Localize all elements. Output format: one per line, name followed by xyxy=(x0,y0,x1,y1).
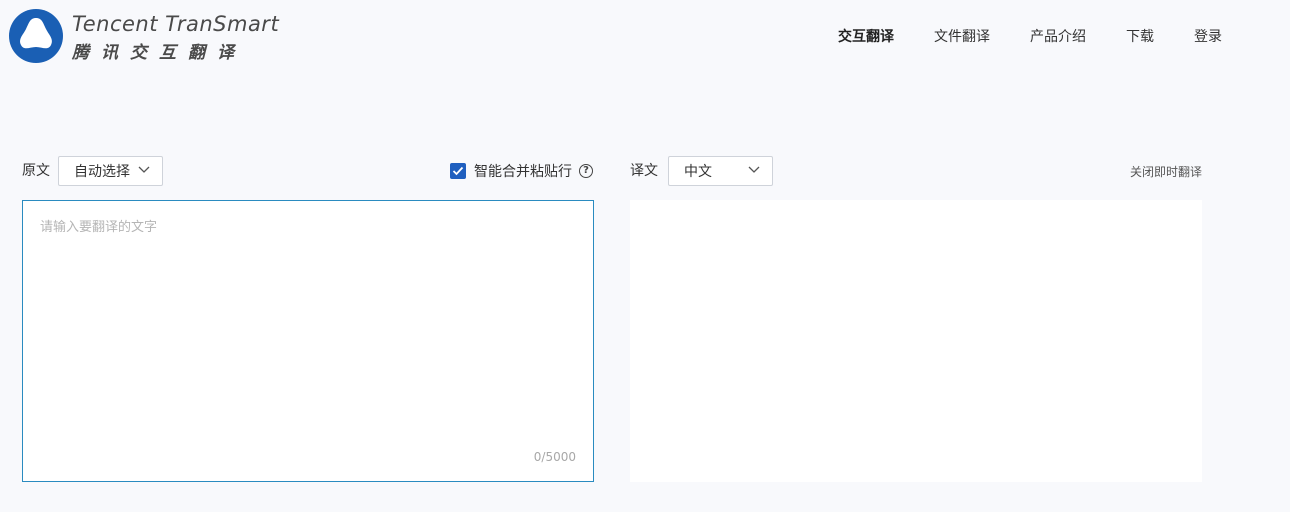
nav-item-document-translation[interactable]: 文件翻译 xyxy=(934,28,990,46)
check-icon xyxy=(452,166,464,176)
target-language-select[interactable]: 中文 xyxy=(668,156,773,186)
nav-item-login[interactable]: 登录 xyxy=(1194,28,1222,46)
chevron-down-icon xyxy=(748,166,760,173)
nav-item-interactive-translation[interactable]: 交互翻译 xyxy=(838,28,894,46)
target-label: 译文 xyxy=(630,163,658,179)
brand-name-en: Tencent TranSmart xyxy=(72,12,280,36)
merge-paste-checkbox[interactable] xyxy=(450,163,466,179)
source-language-value: 自动选择 xyxy=(74,164,130,180)
header: Tencent TranSmart 腾讯交互翻译 交互翻译 文件翻译 产品介绍 … xyxy=(0,0,1290,70)
source-text-input[interactable] xyxy=(23,201,593,481)
target-language-value: 中文 xyxy=(684,164,712,180)
source-label: 原文 xyxy=(22,163,50,179)
merge-paste-label: 智能合并粘贴行 xyxy=(474,164,572,180)
translation-output-panel xyxy=(630,200,1202,482)
nav-item-product-intro[interactable]: 产品介绍 xyxy=(1030,28,1086,46)
source-language-select[interactable]: 自动选择 xyxy=(58,156,163,186)
question-circle-icon[interactable]: ? xyxy=(579,164,593,178)
brand-name-cn: 腾讯交互翻译 xyxy=(72,43,246,63)
top-nav: 交互翻译 文件翻译 产品介绍 下载 登录 xyxy=(838,27,1222,47)
source-text-panel: 0/5000 xyxy=(22,200,594,482)
close-instant-translation-link[interactable]: 关闭即时翻译 xyxy=(1130,163,1202,180)
character-counter: 0/5000 xyxy=(533,450,576,464)
chevron-down-icon xyxy=(138,166,150,173)
merge-paste-option[interactable]: 智能合并粘贴行 ? xyxy=(450,162,593,180)
nav-item-download[interactable]: 下载 xyxy=(1126,28,1154,46)
tencent-transmart-logo-icon[interactable] xyxy=(9,9,63,63)
